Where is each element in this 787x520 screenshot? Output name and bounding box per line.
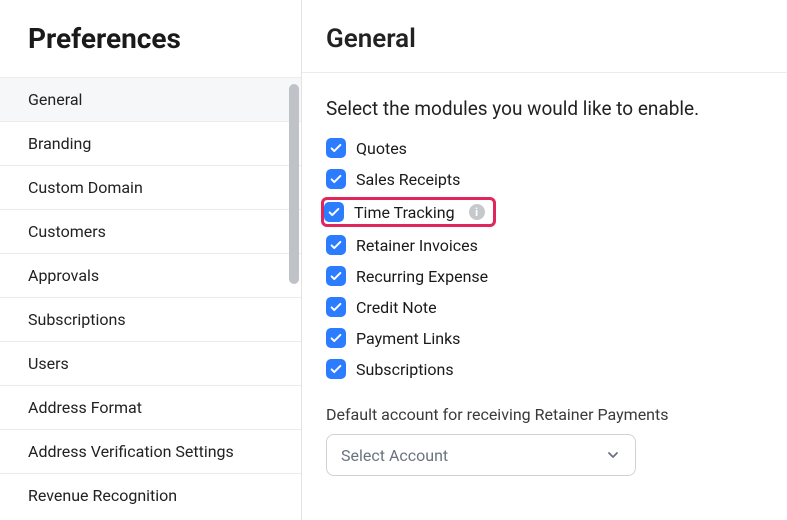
checkbox[interactable]: [324, 202, 344, 222]
app-root: Preferences General Branding Custom Doma…: [0, 0, 787, 520]
module-row-credit-note[interactable]: Credit Note: [326, 297, 787, 317]
check-icon: [329, 269, 343, 283]
section-heading: Select the modules you would like to ena…: [326, 97, 787, 120]
main-header: General: [302, 0, 787, 73]
sidebar-item-address-format[interactable]: Address Format: [0, 386, 301, 429]
checkbox[interactable]: [326, 138, 346, 158]
module-row-time-tracking[interactable]: Time Tracking i: [324, 200, 493, 224]
sidebar-item-customers[interactable]: Customers: [0, 210, 301, 253]
check-icon: [327, 205, 341, 219]
sidebar-item-revenue-recognition[interactable]: Revenue Recognition: [0, 474, 301, 517]
sidebar-item-label: Revenue Recognition: [28, 486, 177, 505]
sidebar-item-label: Subscriptions: [28, 310, 126, 329]
checkbox[interactable]: [326, 169, 346, 189]
sidebar-item-custom-domain[interactable]: Custom Domain: [0, 166, 301, 209]
module-label: Credit Note: [356, 298, 437, 317]
page-title: General: [326, 24, 787, 54]
module-label: Recurring Expense: [356, 267, 488, 286]
sidebar-item-subscriptions[interactable]: Subscriptions: [0, 298, 301, 341]
chevron-down-icon: [605, 447, 621, 463]
check-icon: [329, 238, 343, 252]
module-row-sales-receipts[interactable]: Sales Receipts: [326, 169, 787, 189]
module-row-payment-links[interactable]: Payment Links: [326, 328, 787, 348]
check-icon: [329, 331, 343, 345]
checkbox[interactable]: [326, 235, 346, 255]
module-row-retainer-invoices[interactable]: Retainer Invoices: [326, 235, 787, 255]
check-icon: [329, 172, 343, 186]
module-label: Time Tracking: [354, 203, 455, 222]
content: Select the modules you would like to ena…: [302, 73, 787, 476]
sidebar-item-label: Address Format: [28, 398, 142, 417]
sidebar-list: General Branding Custom Domain Customers…: [0, 78, 301, 517]
sidebar-title: Preferences: [0, 0, 301, 77]
sidebar-item-label: Customers: [28, 222, 106, 241]
scrollbar-thumb[interactable]: [289, 84, 299, 284]
sidebar-item-users[interactable]: Users: [0, 342, 301, 385]
select-placeholder: Select Account: [341, 446, 448, 465]
sidebar-item-label: Users: [28, 354, 69, 373]
module-label: Retainer Invoices: [356, 236, 478, 255]
sidebar-item-address-verification-settings[interactable]: Address Verification Settings: [0, 430, 301, 473]
sidebar-item-branding[interactable]: Branding: [0, 122, 301, 165]
sidebar-item-label: Approvals: [28, 266, 99, 285]
default-account-label: Default account for receiving Retainer P…: [326, 405, 787, 424]
checkbox[interactable]: [326, 266, 346, 286]
module-label: Sales Receipts: [356, 170, 460, 189]
module-label: Quotes: [356, 139, 407, 158]
module-label: Subscriptions: [356, 360, 454, 379]
check-icon: [329, 141, 343, 155]
sidebar-item-label: Address Verification Settings: [28, 442, 234, 461]
info-icon[interactable]: i: [469, 204, 485, 220]
sidebar-item-label: Branding: [28, 134, 91, 153]
main: General Select the modules you would lik…: [302, 0, 787, 520]
sidebar-item-general[interactable]: General: [0, 78, 301, 121]
module-list: Quotes Sales Receipts Time Tracking i: [326, 138, 787, 379]
checkbox[interactable]: [326, 328, 346, 348]
sidebar: Preferences General Branding Custom Doma…: [0, 0, 302, 520]
check-icon: [329, 300, 343, 314]
module-label: Payment Links: [356, 329, 460, 348]
module-row-subscriptions[interactable]: Subscriptions: [326, 359, 787, 379]
checkbox[interactable]: [326, 359, 346, 379]
module-row-quotes[interactable]: Quotes: [326, 138, 787, 158]
checkbox[interactable]: [326, 297, 346, 317]
sidebar-item-approvals[interactable]: Approvals: [0, 254, 301, 297]
default-account-select[interactable]: Select Account: [326, 434, 636, 476]
sidebar-item-label: Custom Domain: [28, 178, 143, 197]
check-icon: [329, 362, 343, 376]
module-row-recurring-expense[interactable]: Recurring Expense: [326, 266, 787, 286]
sidebar-item-label: General: [28, 90, 82, 109]
